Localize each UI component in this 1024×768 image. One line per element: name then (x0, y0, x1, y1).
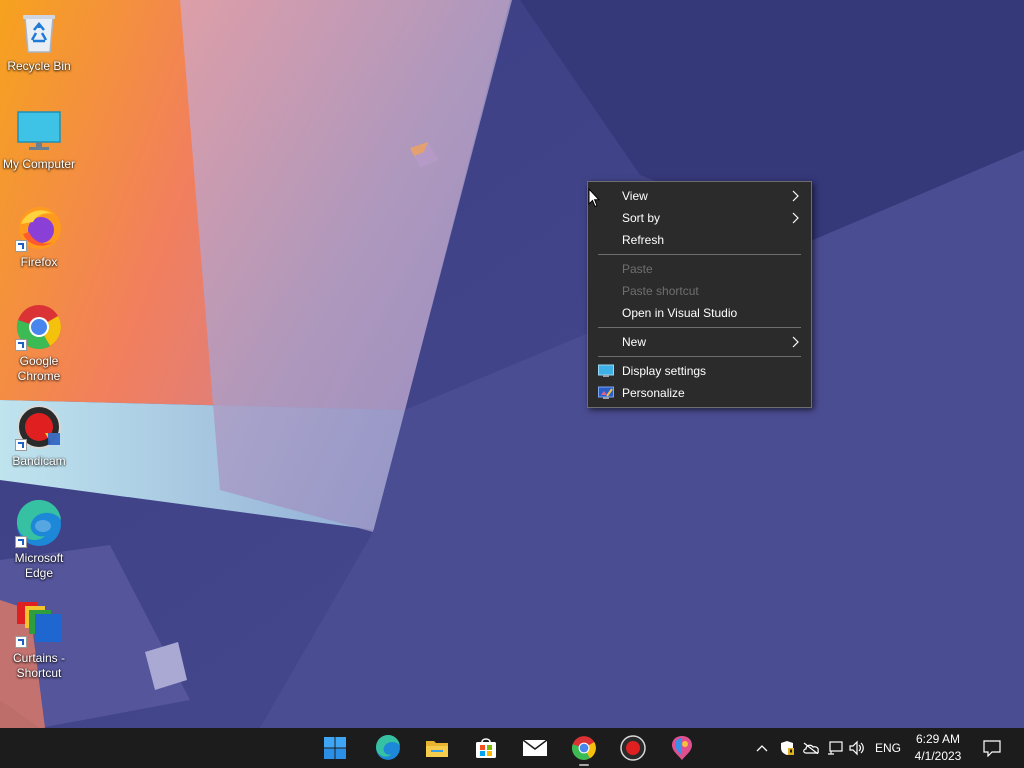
desktop-icon-microsoft-edge[interactable]: Microsoft Edge (0, 500, 78, 581)
shortcut-arrow-icon (15, 439, 27, 451)
tray-volume[interactable] (846, 728, 868, 768)
menu-item-label: Paste (622, 262, 653, 276)
menu-item-open-in-visual-studio[interactable]: Open in Visual Studio (588, 302, 811, 324)
desktop-icon-label: Microsoft Edge (14, 551, 64, 580)
shortcut-arrow-icon (15, 339, 27, 351)
chevron-up-icon (756, 745, 768, 752)
desktop-icon-label: Curtains - Shortcut (12, 651, 65, 680)
menu-item-refresh[interactable]: Refresh (588, 229, 811, 251)
clock-time: 6:29 AM (915, 732, 961, 746)
chevron-right-icon (792, 336, 799, 348)
menu-item-display-settings[interactable]: Display settings (588, 360, 811, 382)
shortcut-arrow-icon (15, 240, 27, 252)
edge-icon (376, 735, 400, 760)
taskbar-paint-button[interactable] (662, 728, 702, 768)
chrome-icon (15, 303, 63, 351)
menu-separator (598, 254, 801, 255)
running-indicator (579, 764, 589, 766)
firefox-icon (15, 204, 63, 252)
menu-separator (598, 327, 801, 328)
chevron-right-icon (792, 212, 799, 224)
windows-start-icon (324, 737, 346, 759)
monitor-icon (15, 106, 63, 154)
recycle-bin-icon (15, 8, 63, 56)
desktop-icon-curtains-shortcut[interactable]: Curtains - Shortcut (0, 600, 78, 681)
display-icon (598, 364, 614, 377)
menu-item-label: Open in Visual Studio (622, 306, 738, 320)
curtains-icon (15, 600, 63, 648)
onedrive-icon (803, 742, 819, 754)
language-indicator: ENG (874, 741, 901, 755)
security-icon (781, 741, 794, 755)
shortcut-arrow-icon (15, 636, 27, 648)
desktop-icon-label: Bandicam (12, 454, 66, 468)
volume-icon (849, 740, 864, 756)
desktop-icon-label: Google Chrome (17, 354, 61, 383)
bandicam-icon (15, 403, 63, 451)
desktop-icon-label: Recycle Bin (7, 59, 71, 73)
taskbar-chrome-button[interactable] (564, 728, 604, 768)
taskbar: ENG 6:29 AM 4/1/2023 (0, 728, 1024, 768)
menu-item-paste-shortcut: Paste shortcut (588, 280, 811, 302)
taskbar-file-explorer-button[interactable] (417, 728, 457, 768)
desktop-icon-recycle-bin[interactable]: Recycle Bin (0, 8, 78, 74)
menu-item-label: Sort by (622, 211, 661, 225)
menu-item-label: Personalize (622, 386, 685, 400)
menu-item-label: New (622, 335, 647, 349)
desktop-icon-label: Firefox (20, 255, 58, 269)
paint-icon (672, 736, 692, 760)
taskbar-edge-button[interactable] (368, 728, 408, 768)
menu-item-label: Paste shortcut (622, 284, 699, 298)
menu-item-personalize[interactable]: Personalize (588, 382, 811, 404)
menu-item-paste: Paste (588, 258, 811, 280)
shortcut-arrow-icon (15, 536, 27, 548)
mail-icon (522, 739, 548, 756)
desktop[interactable]: Recycle Bin My Computer Firefox Google C… (0, 0, 1024, 728)
tray-overflow-button[interactable] (752, 728, 772, 768)
network-icon (828, 741, 843, 755)
tray-network[interactable] (824, 728, 846, 768)
desktop-icon-label: My Computer (2, 157, 76, 171)
clock-date: 4/1/2023 (914, 749, 962, 763)
taskbar-microsoft-store-button[interactable] (466, 728, 506, 768)
chrome-icon (571, 736, 596, 760)
notification-center-button[interactable] (978, 728, 1006, 768)
menu-item-new[interactable]: New (588, 331, 811, 353)
notification-icon (983, 740, 1001, 757)
taskbar-bandicam-button[interactable] (613, 728, 653, 768)
taskbar-mail-button[interactable] (515, 728, 555, 768)
file-explorer-icon (426, 741, 448, 757)
mouse-cursor-icon (588, 188, 600, 208)
menu-item-label: View (622, 189, 648, 203)
personalize-icon (598, 386, 614, 399)
desktop-icon-firefox[interactable]: Firefox (0, 204, 78, 270)
bandicam-icon (620, 735, 646, 761)
tray-onedrive[interactable] (800, 728, 822, 768)
desktop-icon-bandicam[interactable]: Bandicam (0, 403, 78, 469)
tray-language-button[interactable]: ENG (872, 728, 904, 768)
taskbar-clock[interactable]: 6:29 AM 4/1/2023 (906, 731, 970, 765)
edge-icon (15, 500, 63, 548)
desktop-context-menu: View Sort by Refresh Paste Paste shortcu… (587, 181, 812, 408)
tray-security[interactable] (776, 728, 798, 768)
wallpaper (0, 0, 1024, 728)
menu-separator (598, 356, 801, 357)
menu-item-label: Refresh (622, 233, 665, 247)
microsoft-store-icon (476, 738, 496, 758)
desktop-icon-google-chrome[interactable]: Google Chrome (0, 303, 78, 384)
taskbar-start-button[interactable] (315, 728, 355, 768)
menu-item-label: Display settings (622, 364, 707, 378)
menu-item-view[interactable]: View (588, 185, 811, 207)
desktop-icon-my-computer[interactable]: My Computer (0, 106, 78, 172)
chevron-right-icon (792, 190, 799, 202)
menu-item-sort-by[interactable]: Sort by (588, 207, 811, 229)
